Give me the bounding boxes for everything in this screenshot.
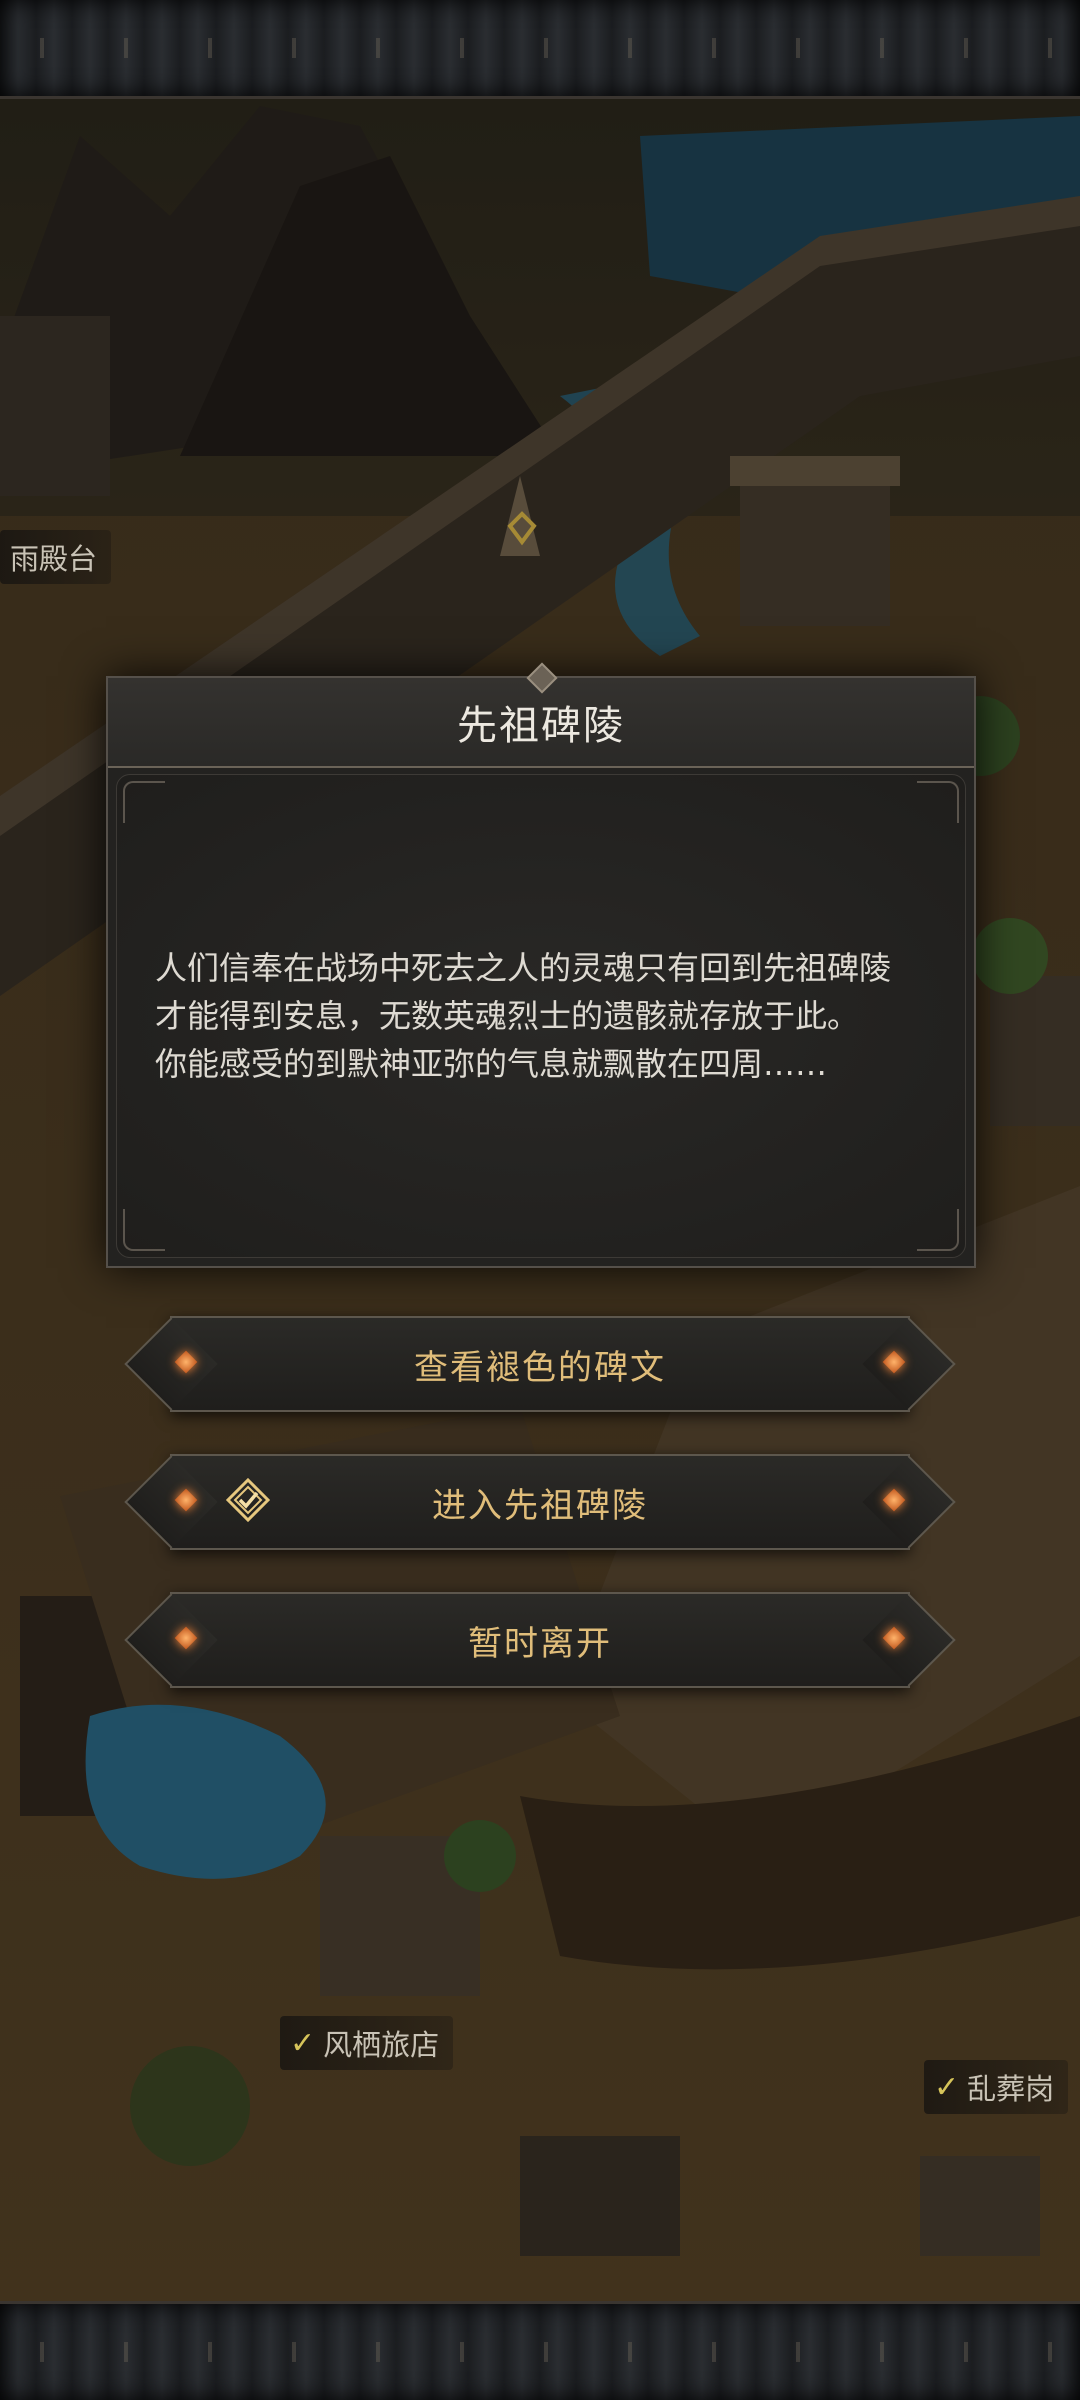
gem-icon xyxy=(174,1350,198,1374)
option-label: 进入先祖碑陵 xyxy=(432,1485,648,1526)
map-label-text: 风栖旅店 xyxy=(323,2028,440,2062)
corner-ornament-icon xyxy=(917,781,959,823)
dialog-header: 先祖碑陵 xyxy=(108,662,974,768)
gem-icon xyxy=(882,1350,906,1374)
corner-ornament-icon xyxy=(917,1209,959,1251)
map-label-yu-dian-tai[interactable]: 雨殿台 xyxy=(0,530,112,584)
map-label-luan-zang-gang[interactable]: ✓ 乱葬岗 xyxy=(924,2060,1069,2114)
gem-icon xyxy=(882,1626,906,1650)
dialog-body: 人们信奉在战场中死去之人的灵魂只有回到先祖碑陵 才能得到安息，无数英魂烈士的遗骸… xyxy=(116,774,966,1258)
map-label-text: 乱葬岗 xyxy=(967,2072,1055,2106)
option-label: 暂时离开 xyxy=(468,1623,612,1664)
option-view-inscription-button[interactable]: 查看褪色的碑文 xyxy=(170,1316,910,1412)
check-icon: ✓ xyxy=(934,2069,960,2105)
bottom-frame-border xyxy=(0,2301,1080,2400)
check-icon: ✓ xyxy=(290,2025,316,2061)
dialog-description: 人们信奉在战场中死去之人的灵魂只有回到先祖碑陵 才能得到安息，无数英魂烈士的遗骸… xyxy=(155,949,892,1083)
location-dialog: 先祖碑陵 人们信奉在战场中死去之人的灵魂只有回到先祖碑陵 才能得到安息，无数英魂… xyxy=(106,662,976,1268)
option-enter-tomb-button[interactable]: 进入先祖碑陵 xyxy=(170,1454,910,1550)
dialog-title: 先祖碑陵 xyxy=(457,703,625,749)
corner-ornament-icon xyxy=(123,781,165,823)
gem-icon xyxy=(882,1488,906,1512)
option-leave-button[interactable]: 暂时离开 xyxy=(170,1592,910,1688)
map-label-text: 雨殿台 xyxy=(10,542,98,576)
map-label-feng-qi-lv-dian[interactable]: ✓ 风栖旅店 xyxy=(280,2016,454,2070)
gem-icon xyxy=(174,1626,198,1650)
game-screen: 雨殿台 ✓ 风栖旅店 ✓ 乱葬岗 先祖碑陵 人们信奉在战场中死去之人的灵魂只有回… xyxy=(0,0,1080,2400)
gem-icon xyxy=(174,1488,198,1512)
top-frame-border xyxy=(0,0,1080,99)
corner-ornament-icon xyxy=(123,1209,165,1251)
option-label: 查看褪色的碑文 xyxy=(414,1347,666,1388)
quest-check-icon xyxy=(226,1478,270,1522)
